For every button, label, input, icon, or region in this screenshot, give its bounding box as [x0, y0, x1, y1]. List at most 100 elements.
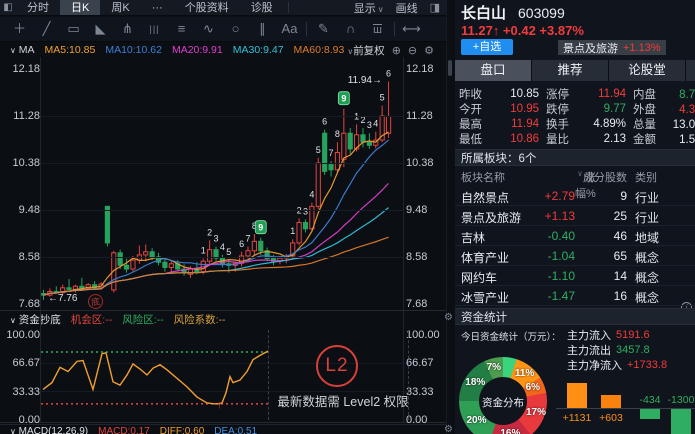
fund-bar-label: -1300 — [659, 394, 695, 406]
sector-pct: -1.47 — [525, 289, 575, 303]
ma-indicator-row: ∨ MA MA5:10.85MA10:10.62MA20:9.91MA30:9.… — [0, 43, 446, 57]
sector-type: 行业 — [635, 189, 659, 206]
ellipse-tool[interactable]: ○ — [222, 18, 249, 40]
macd-header: ∨ MACD(12,26,9) MACD:0.17 DIFF:0.60 DEA:0.… — [0, 424, 446, 434]
indicator-gear-icon[interactable]: ⚙ — [444, 312, 453, 323]
quote-label: 涨停 — [546, 86, 576, 102]
vertical-lines-tool[interactable]: ||| — [141, 18, 168, 40]
ma-collapse-chevron[interactable]: ∨ MA — [8, 44, 35, 56]
brush-tool[interactable]: ✎ — [310, 18, 337, 40]
panel-toggle-icon[interactable]: ◨ — [430, 1, 440, 14]
sector-name: 景点及旅游 — [461, 209, 521, 226]
sector-chip[interactable]: 景点及旅游 +1.13% — [558, 40, 666, 55]
svg-text:1: 1 — [290, 226, 295, 236]
donut-slice-label: 20% — [466, 415, 486, 426]
indicator-field: 风险区:-- — [122, 312, 163, 327]
svg-text:4: 4 — [220, 242, 225, 252]
tab-诊股[interactable]: 诊股 — [240, 0, 284, 15]
fund-bar — [640, 409, 660, 419]
panel-tab-盘口[interactable]: 盘口 — [455, 60, 531, 81]
quote-value: 13.03万 — [663, 116, 695, 132]
rectangle-tool[interactable]: ▭ — [60, 18, 87, 40]
svg-text:5: 5 — [380, 93, 385, 103]
sector-row[interactable]: 冰雪产业-1.4716概念 — [455, 286, 695, 306]
sector-row[interactable]: 自然景点+2.799行业 — [455, 186, 695, 206]
sector-count: 65 — [583, 249, 627, 263]
sector-row[interactable]: 体育产业-1.0465概念 — [455, 246, 695, 266]
quote-value: 11.94 — [489, 118, 546, 130]
display-menu[interactable]: 显示∨ — [354, 0, 384, 16]
chart-settings-icon[interactable]: ⚙ — [424, 44, 434, 57]
price-axis-label: 11.28 — [2, 110, 40, 122]
sector-row[interactable]: 网约车-1.1014概念 — [455, 266, 695, 286]
tab-日K[interactable]: 日K — [60, 0, 100, 15]
magnet-tool[interactable]: ∩ — [337, 18, 364, 40]
svg-text:5: 5 — [226, 247, 231, 257]
quote-label: 内盘 — [633, 86, 663, 102]
sector-count: 16 — [583, 289, 627, 303]
wave-tool[interactable]: ∿ — [195, 18, 222, 40]
trendline-tool[interactable]: ╱ — [33, 18, 60, 40]
macd-value: DIFF:0.60 — [160, 426, 204, 434]
zoom-out-icon[interactable]: ⊖ — [408, 44, 417, 57]
svg-text:3: 3 — [367, 120, 372, 130]
tab-周K[interactable]: 周K — [100, 0, 140, 15]
quote-row: 昨收10.85涨停11.94内盘8.70万 — [459, 86, 695, 101]
tab-分时[interactable]: 分时 — [16, 0, 60, 15]
sector-type: 概念 — [635, 269, 659, 286]
add-watchlist-button[interactable]: +自选 — [461, 39, 513, 55]
text-tool[interactable]: Aa — [276, 18, 303, 40]
zoom-in-icon[interactable]: ⊕ — [392, 44, 401, 57]
first-low-annotation: ←7.76 — [48, 293, 77, 304]
gann-fan-tool[interactable]: ◣ — [87, 18, 114, 40]
ma-value: MA30:9.47 — [233, 44, 284, 56]
ma-values: MA5:10.85MA10:10.62MA20:9.91MA30:9.47MA6… — [45, 44, 345, 56]
tab-个股资料[interactable]: 个股资料 — [174, 0, 240, 15]
donut-slice-label: 16% — [500, 428, 520, 434]
macd-value: DEA:0.51 — [214, 426, 257, 434]
indicator-field: 风险系数:-- — [174, 312, 226, 327]
sector-type: 概念 — [635, 289, 659, 306]
price-axis-label: 9.48 — [2, 204, 40, 216]
fund-bar — [671, 409, 691, 434]
move-tool[interactable]: ＋ — [6, 18, 33, 40]
limit-price-annotation: 11.94→ — [330, 75, 382, 86]
sector-type: 行业 — [635, 209, 659, 226]
drawline-button[interactable]: 画线 — [396, 0, 418, 16]
panel-tab-add[interactable]: + — [686, 60, 695, 81]
pitchfork-tool[interactable]: ⋔ — [114, 18, 141, 40]
indicator-collapse-chevron[interactable]: ∨ 资金抄底 — [8, 312, 61, 327]
trash-tool[interactable]: ш — [364, 18, 391, 40]
tab-···[interactable]: ··· — [141, 0, 174, 15]
quote-label: 跌停 — [546, 101, 576, 117]
panel-tab-论股堂[interactable]: 论股堂 — [609, 60, 685, 81]
channel-tool[interactable]: ∥ — [249, 18, 276, 40]
sector-pct: -0.40 — [525, 229, 575, 243]
period-tabs: 分时日K周K···个股资料诊股 — [16, 0, 284, 15]
price-gridline — [41, 210, 403, 211]
fit-width-tool[interactable]: ⟷ — [398, 18, 425, 40]
quote-label: 最高 — [459, 116, 489, 132]
sector-count: 25 — [583, 209, 627, 223]
sector-row[interactable]: 吉林-0.4046地域 — [455, 226, 695, 246]
macd-gear-icon[interactable]: ⚙ — [444, 424, 453, 434]
ma-row-right: ∨前复权 ⊕ ⊖ ⚙ — [345, 43, 434, 57]
sector-name: 网约车 — [461, 269, 497, 286]
donut-slice-label: 11% — [515, 368, 534, 379]
sector-row[interactable]: 景点及旅游+1.1325行业 — [455, 206, 695, 226]
svg-text:6: 6 — [386, 69, 391, 79]
kline-svg[interactable]: 123456789123456789123456 — [0, 56, 440, 310]
macd-collapse-chevron[interactable]: ∨ MACD(12,26,9) — [8, 426, 88, 434]
funds-title: 资金统计 — [461, 309, 507, 325]
quote-value: 2.13 — [576, 133, 633, 145]
segment-tool[interactable]: ≡ — [168, 18, 195, 40]
quote-label: 量比 — [546, 131, 576, 147]
svg-text:9: 9 — [341, 94, 346, 104]
layout-toggle-icon[interactable]: ◧ — [0, 0, 16, 15]
panel-tab-推荐[interactable]: 推荐 — [532, 60, 608, 81]
svg-text:6: 6 — [322, 117, 327, 127]
macd-value: MACD:0.17 — [98, 426, 150, 434]
sector-name: 体育产业 — [461, 249, 509, 266]
sector-count: 14 — [583, 269, 627, 283]
splitter-handle[interactable] — [448, 60, 452, 76]
